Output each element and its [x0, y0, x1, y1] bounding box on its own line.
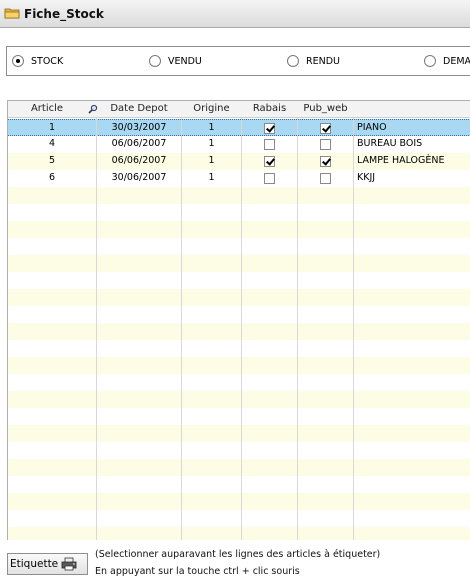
radio-stock[interactable]: STOCK	[12, 54, 63, 68]
table-header: Article Date Depot Origine Rabais Pub_we…	[8, 101, 470, 118]
cell-article: 1	[48, 122, 56, 133]
cell-date: 30/03/2007	[111, 122, 167, 133]
pub-web-checkbox[interactable]	[320, 173, 331, 184]
title-bar: Fiche_Stock	[0, 0, 470, 28]
empty-table-row[interactable]	[8, 476, 470, 493]
table-row[interactable]: 1 30/03/2007 1 PIANO	[8, 119, 470, 136]
empty-table-row[interactable]	[8, 187, 470, 204]
empty-table-row[interactable]	[8, 255, 470, 272]
empty-table-row[interactable]	[8, 374, 470, 391]
rabais-checkbox[interactable]	[264, 173, 275, 184]
empty-table-row[interactable]	[8, 442, 470, 459]
rabais-checkbox[interactable]	[264, 123, 275, 134]
column-divider	[353, 101, 354, 540]
empty-table-row[interactable]	[8, 272, 470, 289]
radio-rendu[interactable]: RENDU	[287, 54, 340, 68]
radio-stock-label: STOCK	[31, 55, 64, 67]
column-divider	[297, 101, 298, 540]
folder-icon	[4, 8, 20, 19]
empty-table-row[interactable]	[8, 204, 470, 221]
empty-table-row[interactable]	[8, 238, 470, 255]
table-row[interactable]: 5 06/06/2007 1 LAMPE HALOGÈNE	[8, 153, 470, 170]
radio-stock-indicator[interactable]	[12, 55, 24, 67]
empty-table-row[interactable]	[8, 527, 470, 540]
table-row[interactable]: 4 06/06/2007 1 BUREAU BOIS	[8, 136, 470, 153]
radio-vendu[interactable]: VENDU	[149, 54, 202, 68]
empty-table-row[interactable]	[8, 357, 470, 374]
cell-designation: PIANO	[357, 122, 387, 133]
empty-table-row[interactable]	[8, 408, 470, 425]
stock-table[interactable]: 1 30/03/2007 1 PIANO 4 06/06/2007 1 BUREAU BOIS…	[7, 100, 470, 540]
cell-origine: 1	[208, 172, 215, 183]
col-header-date-depot[interactable]: Date Depot	[97, 101, 181, 118]
empty-table-row[interactable]	[8, 289, 470, 306]
printer-icon	[61, 557, 77, 571]
empty-table-row[interactable]	[8, 459, 470, 476]
cell-origine: 1	[208, 155, 215, 166]
empty-table-row[interactable]	[8, 323, 470, 340]
empty-table-row[interactable]	[8, 221, 470, 238]
empty-table-row[interactable]	[8, 493, 470, 510]
col-header-article[interactable]: Article	[8, 101, 86, 118]
cell-date: 06/06/2007	[111, 138, 167, 149]
instruction-line-2: En appuyant sur la touche ctrl + clic so…	[95, 566, 300, 577]
cell-article: 4	[48, 138, 56, 149]
cell-designation: KKJJ	[357, 172, 376, 183]
cell-designation: BUREAU BOIS	[357, 138, 423, 149]
cell-origine: 1	[208, 122, 215, 133]
cell-article: 5	[48, 155, 56, 166]
radio-rendu-label: RENDU	[306, 55, 340, 67]
pub-web-checkbox[interactable]	[320, 139, 331, 150]
empty-table-row[interactable]	[8, 510, 470, 527]
col-header-designation[interactable]	[354, 101, 470, 118]
col-header-origine[interactable]: Origine	[182, 101, 241, 118]
col-header-pub-web[interactable]: Pub_web	[298, 101, 353, 118]
empty-table-row[interactable]	[8, 306, 470, 323]
status-filter-group: STOCK VENDU RENDU DEMAR	[6, 46, 470, 76]
empty-table-row[interactable]	[8, 340, 470, 357]
radio-demar-indicator[interactable]	[424, 55, 436, 67]
rabais-checkbox[interactable]	[264, 156, 275, 167]
column-divider	[181, 101, 182, 540]
empty-table-row[interactable]	[8, 391, 470, 408]
col-header-rabais[interactable]: Rabais	[242, 101, 297, 118]
etiquette-button[interactable]: Etiquette	[7, 553, 88, 575]
etiquette-button-label: Etiquette	[10, 558, 59, 570]
radio-rendu-indicator[interactable]	[287, 55, 299, 67]
cell-date: 30/06/2007	[111, 172, 167, 183]
cell-origine: 1	[208, 138, 215, 149]
cell-date: 06/06/2007	[111, 155, 167, 166]
pub-web-checkbox[interactable]	[320, 123, 331, 134]
column-divider	[96, 101, 97, 540]
instruction-line-1: (Selectionner auparavant les lignes des …	[95, 549, 381, 560]
rabais-checkbox[interactable]	[264, 139, 275, 150]
empty-table-row[interactable]	[8, 425, 470, 442]
radio-demar[interactable]: DEMAR	[424, 54, 470, 68]
radio-demar-label: DEMAR	[443, 55, 470, 67]
radio-vendu-label: VENDU	[168, 55, 202, 67]
cell-article: 6	[48, 172, 56, 183]
column-divider	[241, 101, 242, 540]
window-title: Fiche_Stock	[24, 7, 104, 21]
radio-vendu-indicator[interactable]	[149, 55, 161, 67]
pub-web-checkbox[interactable]	[320, 156, 331, 167]
table-row[interactable]: 6 30/06/2007 1 KKJJ	[8, 170, 470, 187]
cell-designation: LAMPE HALOGÈNE	[357, 155, 445, 166]
